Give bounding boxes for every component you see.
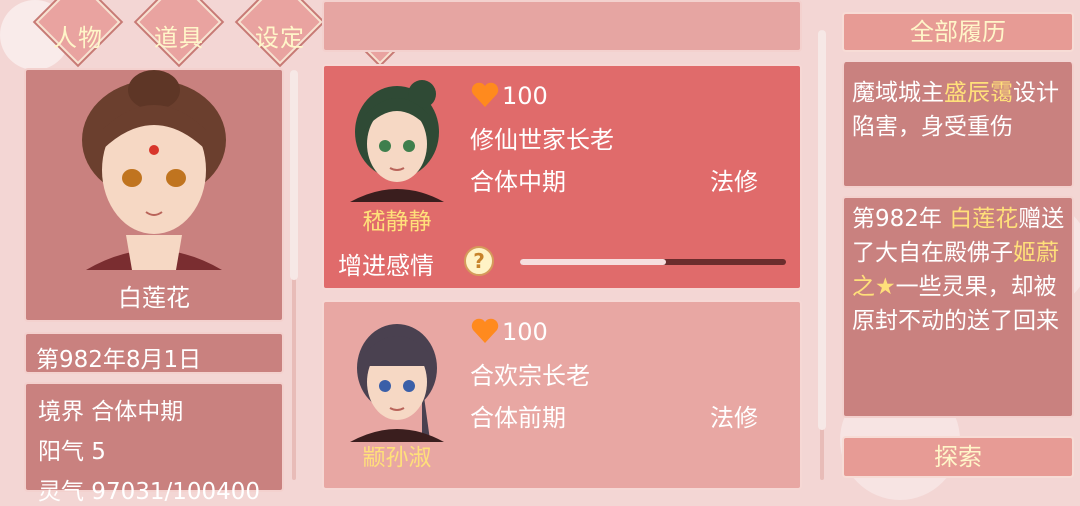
explore-label: 探索: [934, 443, 982, 471]
history-text: 魔域城主: [852, 80, 944, 106]
character-name: 嵇静静: [362, 209, 432, 235]
stat-realm: 境界 合体中期: [38, 399, 184, 425]
affection-heart-icon: [471, 318, 499, 343]
character-title: 合欢宗长老: [470, 362, 590, 390]
character-card-1[interactable]: 嵇静静 100 修仙世家长老 合体中期 法修 增进感情 ?: [322, 64, 802, 290]
affection-action-label[interactable]: 增进感情: [338, 246, 434, 281]
current-date: 第982年8月1日: [36, 347, 202, 373]
affection-value: 100: [502, 82, 548, 110]
date-panel: 第982年8月1日: [24, 332, 284, 374]
stat-yang: 阳气 5: [38, 439, 106, 465]
player-portrait-panel: 白莲花: [24, 68, 284, 322]
affection-progress-bar: [520, 259, 786, 265]
tab-settings[interactable]: 设定: [236, 0, 324, 76]
character-path: 法修: [710, 404, 758, 432]
character-path: 法修: [710, 168, 758, 196]
affection-progress-fill: [520, 259, 667, 265]
tab-label: 人物: [53, 24, 103, 52]
right-scroll-thumb[interactable]: [818, 30, 826, 430]
history-highlight-name: 白莲花: [949, 206, 1019, 232]
character-card-2[interactable]: 颛孙淑 100 合欢宗长老 合体前期 法修: [322, 300, 802, 490]
tab-label: 设定: [255, 24, 305, 52]
explore-button[interactable]: 探索: [842, 436, 1074, 478]
character-portrait: [350, 324, 444, 442]
left-scroll-thumb[interactable]: [290, 70, 298, 280]
character-name: 颛孙淑: [362, 445, 432, 471]
character-realm: 合体前期: [470, 404, 566, 432]
history-text: 第982年: [852, 206, 950, 232]
affection-value: 100: [502, 318, 548, 346]
center-top-strip: [322, 0, 802, 52]
tab-items[interactable]: 道具: [135, 0, 223, 76]
history-entry: 第982年 白莲花赠送了大自在殿佛子姬蔚之★一些灵果，却被原封不动的送了回来: [842, 196, 1074, 418]
history-title-button[interactable]: 全部履历: [842, 12, 1074, 52]
stats-panel: 境界 合体中期 阳气 5 灵气 97031/100400: [24, 382, 284, 505]
character-portrait: [350, 80, 444, 202]
question-icon[interactable]: ?: [464, 246, 494, 276]
history-entry-text: 第982年 白莲花赠送了大自在殿佛子姬蔚之★一些灵果，却被原封不动的送了回来: [852, 202, 1066, 338]
character-realm: 合体中期: [470, 168, 566, 196]
player-name: 白莲花: [118, 284, 190, 312]
affection-heart-icon: [471, 82, 499, 107]
tab-characters[interactable]: 人物: [34, 0, 122, 76]
history-entry-text: 魔域城主盛辰霭设计陷害，身受重伤: [852, 76, 1066, 144]
history-entry: 魔域城主盛辰霭设计陷害，身受重伤: [842, 62, 1074, 188]
stat-spirit: 灵气 97031/100400: [38, 479, 261, 505]
tab-label: 道具: [154, 24, 204, 52]
history-highlight-name: 盛辰霭: [944, 80, 1013, 106]
player-portrait: [82, 70, 226, 270]
history-title: 全部履历: [910, 18, 1006, 46]
character-title: 修仙世家长老: [470, 126, 614, 154]
